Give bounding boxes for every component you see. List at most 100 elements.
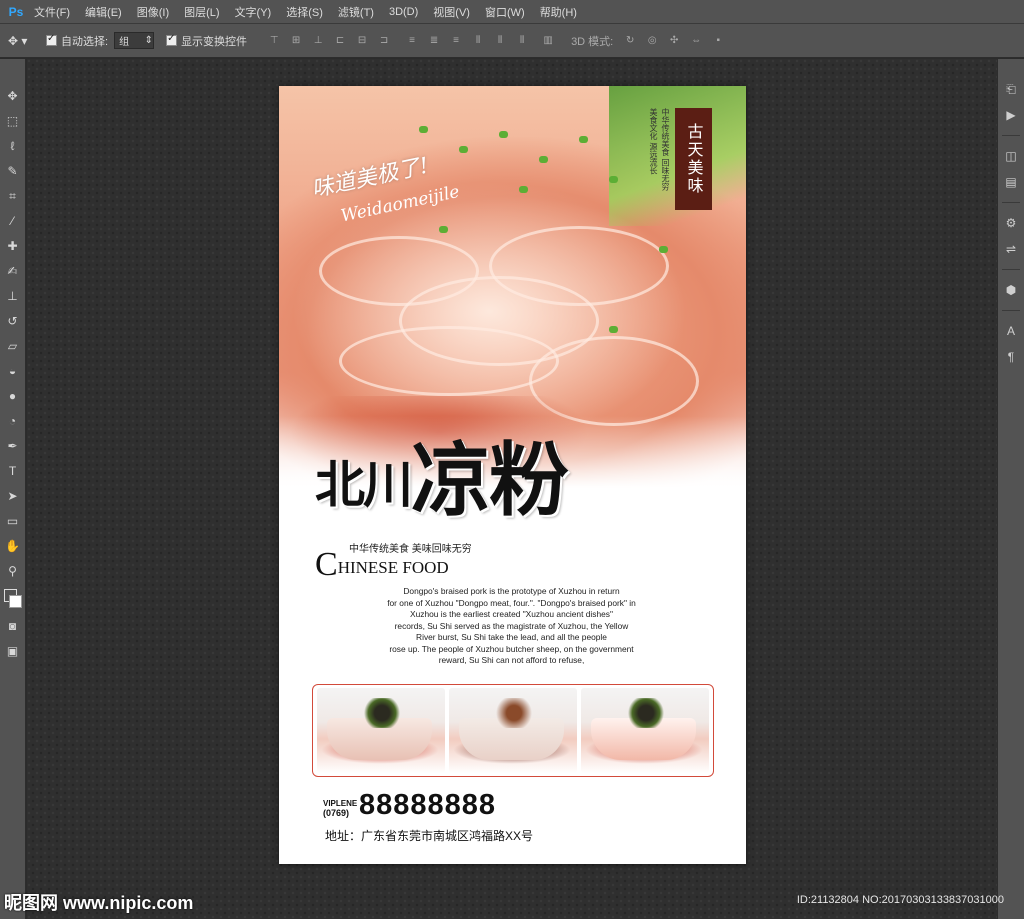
marquee-tool-icon[interactable]: ⬚ bbox=[3, 110, 23, 132]
3d-drag-icon[interactable]: ✣ bbox=[667, 34, 681, 48]
eyedropper-tool-icon[interactable]: ⁄ bbox=[3, 210, 23, 232]
shape-tool-icon[interactable]: ▭ bbox=[3, 510, 23, 532]
dish-photo-1 bbox=[317, 688, 445, 773]
menu-image[interactable]: 图像(I) bbox=[137, 4, 169, 20]
english-title-rest: HINESE FOOD bbox=[337, 558, 449, 577]
title-char-3: 凉 bbox=[411, 433, 491, 527]
blur-tool-icon[interactable]: ● bbox=[3, 385, 23, 407]
menu-3d[interactable]: 3D(D) bbox=[389, 6, 418, 18]
align-top-icon[interactable]: ⊤ bbox=[267, 34, 281, 48]
description-line: Dongpo's braised pork is the prototype o… bbox=[403, 586, 620, 596]
3d-slide-icon[interactable]: ⇔ bbox=[689, 34, 703, 48]
distribute-vcenter-icon[interactable]: ≣ bbox=[427, 34, 441, 48]
menu-bar: Ps 文件(F) 编辑(E) 图像(I) 图层(L) 文字(Y) 选择(S) 滤… bbox=[0, 0, 1024, 24]
description-line: rose up. The people of Xuzhou butcher sh… bbox=[389, 643, 634, 654]
character-icon[interactable]: A bbox=[1002, 321, 1020, 341]
noodle-strand bbox=[339, 326, 559, 396]
layers-icon[interactable]: ◫ bbox=[1002, 146, 1020, 166]
auto-align-icon[interactable]: ▥ bbox=[541, 34, 555, 48]
quick-mask-icon[interactable]: ◙ bbox=[3, 615, 23, 637]
adjustments-icon[interactable]: ▤ bbox=[1002, 172, 1020, 192]
brush-tool-icon[interactable]: ✍ bbox=[3, 260, 23, 282]
hand-tool-icon[interactable]: ✋ bbox=[3, 535, 23, 557]
auto-select-checkbox[interactable]: 自动选择: bbox=[46, 33, 108, 49]
checkbox-checked-icon bbox=[46, 33, 57, 46]
align-bottom-icon[interactable]: ⊥ bbox=[311, 34, 325, 48]
options-bar: ✥ ▾ 自动选择: 组 ⇕ 显示变换控件 ⊤ ⊞ ⊥ ⊏ ⊟ ⊐ ≡ ≣ ≡ ⦀… bbox=[0, 24, 1024, 58]
tools-panel: ✥ ⬚ ℓ ✎ ⌗ ⁄ ✚ ✍ ⊥ ↺ ▱ ◒ ● ◔ ✒ T ➤ ▭ ✋ ⚲ … bbox=[0, 59, 26, 919]
menu-edit[interactable]: 编辑(E) bbox=[85, 4, 122, 20]
auto-select-value: 组 bbox=[119, 37, 130, 48]
show-transform-label: 显示变换控件 bbox=[181, 35, 248, 48]
3d-scale-icon[interactable]: ▪ bbox=[711, 34, 725, 48]
3d-icon[interactable]: ⬢ bbox=[1002, 280, 1020, 300]
stamp-tool-icon[interactable]: ⊥ bbox=[3, 285, 23, 307]
menu-type[interactable]: 文字(Y) bbox=[235, 4, 272, 20]
red-seal-stamp: 古天美味 bbox=[675, 108, 712, 210]
actions-icon[interactable]: ▶ bbox=[1002, 105, 1020, 125]
vertical-tagline-1: 中华传统美食 回味无穷 bbox=[661, 108, 670, 191]
lasso-tool-icon[interactable]: ℓ bbox=[3, 135, 23, 157]
english-title-initial: C bbox=[315, 546, 338, 583]
scallion-bit bbox=[609, 326, 618, 333]
menu-help[interactable]: 帮助(H) bbox=[540, 4, 577, 20]
description-line: Xuzhou is the earliest created "Xuzhou a… bbox=[410, 609, 613, 619]
scallion-bit bbox=[659, 246, 668, 253]
3d-rotate-icon[interactable]: ↻ bbox=[623, 34, 637, 48]
type-tool-icon[interactable]: T bbox=[3, 460, 23, 482]
dish-photo-3 bbox=[581, 688, 709, 773]
menu-window[interactable]: 窗口(W) bbox=[485, 4, 525, 20]
pen-tool-icon[interactable]: ✒ bbox=[3, 435, 23, 457]
right-panel-dock: ⎗ ▶ ◫ ▤ ⚙ ⇌ ⬢ A ¶ bbox=[997, 59, 1024, 919]
menu-select[interactable]: 选择(S) bbox=[286, 4, 323, 20]
dish-photo-strip bbox=[312, 684, 714, 777]
paint-bucket-tool-icon[interactable]: ◒ bbox=[3, 360, 23, 382]
auto-select-label: 自动选择: bbox=[61, 35, 109, 48]
move-tool-icon[interactable]: ✥ bbox=[3, 85, 23, 107]
3d-mode-label: 3D 模式: bbox=[571, 35, 614, 48]
description-line: records, Su Shi served as the magistrate… bbox=[394, 620, 629, 631]
healing-tool-icon[interactable]: ✚ bbox=[3, 235, 23, 257]
menu-view[interactable]: 视图(V) bbox=[433, 4, 470, 20]
scallion-bit bbox=[609, 176, 618, 183]
distribute-right-icon[interactable]: ⦀ bbox=[515, 34, 529, 48]
crop-tool-icon[interactable]: ⌗ bbox=[3, 185, 23, 207]
show-transform-checkbox[interactable]: 显示变换控件 bbox=[166, 33, 247, 49]
auto-select-dropdown[interactable]: 组 ⇕ bbox=[114, 32, 155, 49]
noodle-strand bbox=[489, 226, 669, 306]
move-tool-preset-icon[interactable]: ✥ ▾ bbox=[8, 34, 46, 48]
align-right-icon[interactable]: ⊐ bbox=[377, 34, 391, 48]
menu-layer[interactable]: 图层(L) bbox=[184, 4, 219, 20]
paragraph-icon[interactable]: ¶ bbox=[1002, 347, 1020, 367]
title-char-1: 北 bbox=[315, 455, 365, 514]
3d-roll-icon[interactable]: ◎ bbox=[645, 34, 659, 48]
properties-icon[interactable]: ⚙ bbox=[1002, 213, 1020, 233]
dodge-tool-icon[interactable]: ◔ bbox=[3, 410, 23, 432]
title-char-4: 粉 bbox=[489, 433, 569, 527]
align-hcenter-icon[interactable]: ⊟ bbox=[355, 34, 369, 48]
contact-label: VIPLENE bbox=[323, 799, 358, 808]
menu-filter[interactable]: 滤镜(T) bbox=[338, 4, 374, 20]
dropdown-arrow-icon: ⇕ bbox=[144, 35, 154, 46]
brush-settings-icon[interactable]: ⇌ bbox=[1002, 239, 1020, 259]
background-color-swatch[interactable] bbox=[9, 595, 22, 608]
path-select-tool-icon[interactable]: ➤ bbox=[3, 485, 23, 507]
checkbox-checked-icon bbox=[166, 33, 178, 46]
distribute-top-icon[interactable]: ≡ bbox=[405, 34, 419, 48]
quick-select-tool-icon[interactable]: ✎ bbox=[3, 160, 23, 182]
history-brush-tool-icon[interactable]: ↺ bbox=[3, 310, 23, 332]
distribute-hcenter-icon[interactable]: ⦀ bbox=[493, 34, 507, 48]
history-icon[interactable]: ⎗ bbox=[1002, 79, 1020, 99]
distribute-bottom-icon[interactable]: ≡ bbox=[449, 34, 463, 48]
eraser-tool-icon[interactable]: ▱ bbox=[3, 335, 23, 357]
description-line: River burst, Su Shi take the lead, and a… bbox=[416, 632, 607, 642]
description-line: for one of Xuzhou "Dongpo meat, four.". … bbox=[387, 597, 636, 608]
phone-number: 88888888 bbox=[359, 789, 497, 821]
document-poster[interactable]: 味道美极了! Weidaomeijile 美食文化 源远流长 中华传统美食 回味… bbox=[279, 86, 746, 864]
screen-mode-icon[interactable]: ▣ bbox=[3, 640, 23, 662]
menu-file[interactable]: 文件(F) bbox=[34, 4, 70, 20]
align-vcenter-icon[interactable]: ⊞ bbox=[289, 34, 303, 48]
zoom-tool-icon[interactable]: ⚲ bbox=[3, 560, 23, 582]
align-left-icon[interactable]: ⊏ bbox=[333, 34, 347, 48]
distribute-left-icon[interactable]: ⦀ bbox=[471, 34, 485, 48]
